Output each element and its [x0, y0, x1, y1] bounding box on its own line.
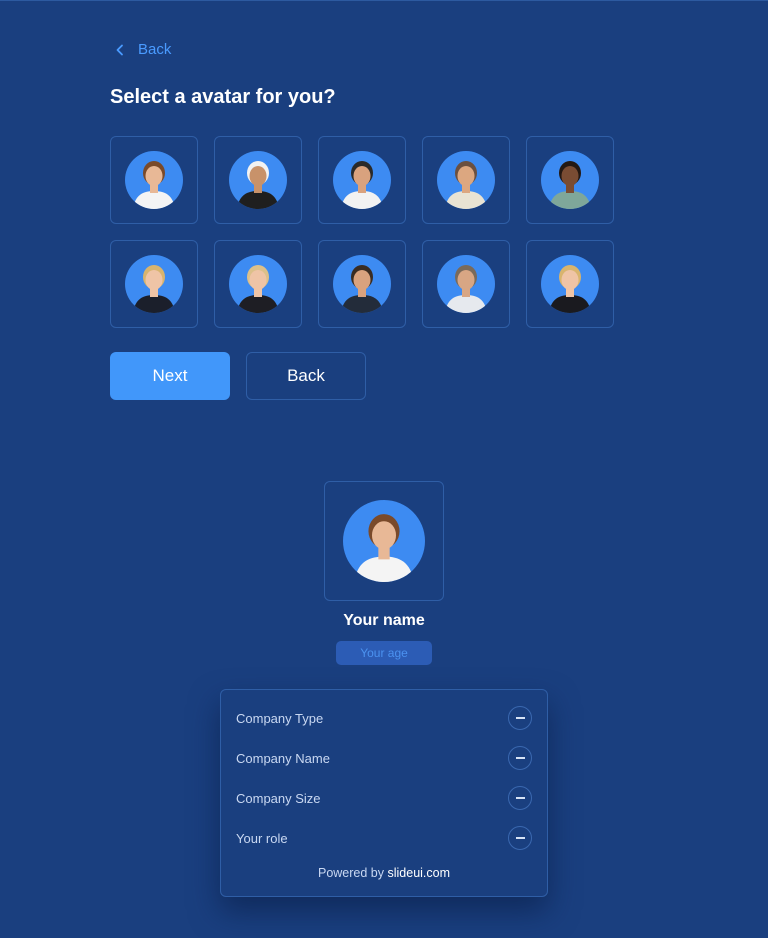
avatar-photo: [333, 255, 391, 313]
avatar-option-8[interactable]: [318, 240, 406, 328]
detail-row-company-name: Company Name: [236, 746, 532, 770]
avatar-option-6[interactable]: [110, 240, 198, 328]
avatar-photo: [229, 255, 287, 313]
minus-circle-icon[interactable]: [508, 746, 532, 770]
detail-row-label: Company Size: [236, 790, 321, 806]
avatar-photo: [541, 151, 599, 209]
selected-avatar-frame: [324, 481, 444, 601]
avatar-photo: [125, 151, 183, 209]
avatar-option-9[interactable]: [422, 240, 510, 328]
powered-prefix: Powered by: [317, 866, 384, 880]
next-button[interactable]: Next: [110, 352, 230, 400]
avatar-photo: [541, 255, 599, 313]
detail-row-label: Company Name: [236, 750, 330, 766]
profile-name: Your name: [343, 612, 425, 629]
minus-circle-icon[interactable]: [508, 786, 532, 810]
detail-row-company-type: Company Type: [236, 706, 532, 730]
avatar-option-2[interactable]: [214, 136, 302, 224]
minus-circle-icon[interactable]: [508, 826, 532, 850]
age-field[interactable]: Your age: [336, 641, 432, 665]
avatar-photo: [125, 255, 183, 313]
avatar-photo: [437, 255, 495, 313]
avatar-option-5[interactable]: [526, 136, 614, 224]
detail-row-company-size: Company Size: [236, 786, 532, 810]
powered-brand-link[interactable]: slideui.com: [387, 866, 450, 880]
avatar-photo: [437, 151, 495, 209]
selected-avatar: [343, 500, 425, 582]
avatar-photo: [333, 151, 391, 209]
back-link[interactable]: Back: [114, 41, 171, 58]
avatar-option-4[interactable]: [422, 136, 510, 224]
avatar-option-3[interactable]: [318, 136, 406, 224]
detail-row-label: Company Type: [236, 710, 324, 726]
avatar-option-7[interactable]: [214, 240, 302, 328]
back-link-label: Back: [138, 41, 172, 58]
avatar-grid: [110, 136, 614, 328]
detail-row-label: Your role: [236, 830, 288, 846]
company-details-card: Company Type Company Name Company Size Y…: [220, 689, 548, 897]
chevron-left-icon: [116, 44, 123, 55]
avatar-photo: [229, 151, 287, 209]
avatar-option-1[interactable]: [110, 136, 198, 224]
top-divider: [0, 0, 768, 1]
powered-by: Powered by slideui.com: [221, 866, 547, 880]
avatar-option-10[interactable]: [526, 240, 614, 328]
page-title: Select a avatar for you?: [110, 86, 336, 108]
detail-row-your-role: Your role: [236, 826, 532, 850]
minus-circle-icon[interactable]: [508, 706, 532, 730]
back-button[interactable]: Back: [246, 352, 366, 400]
